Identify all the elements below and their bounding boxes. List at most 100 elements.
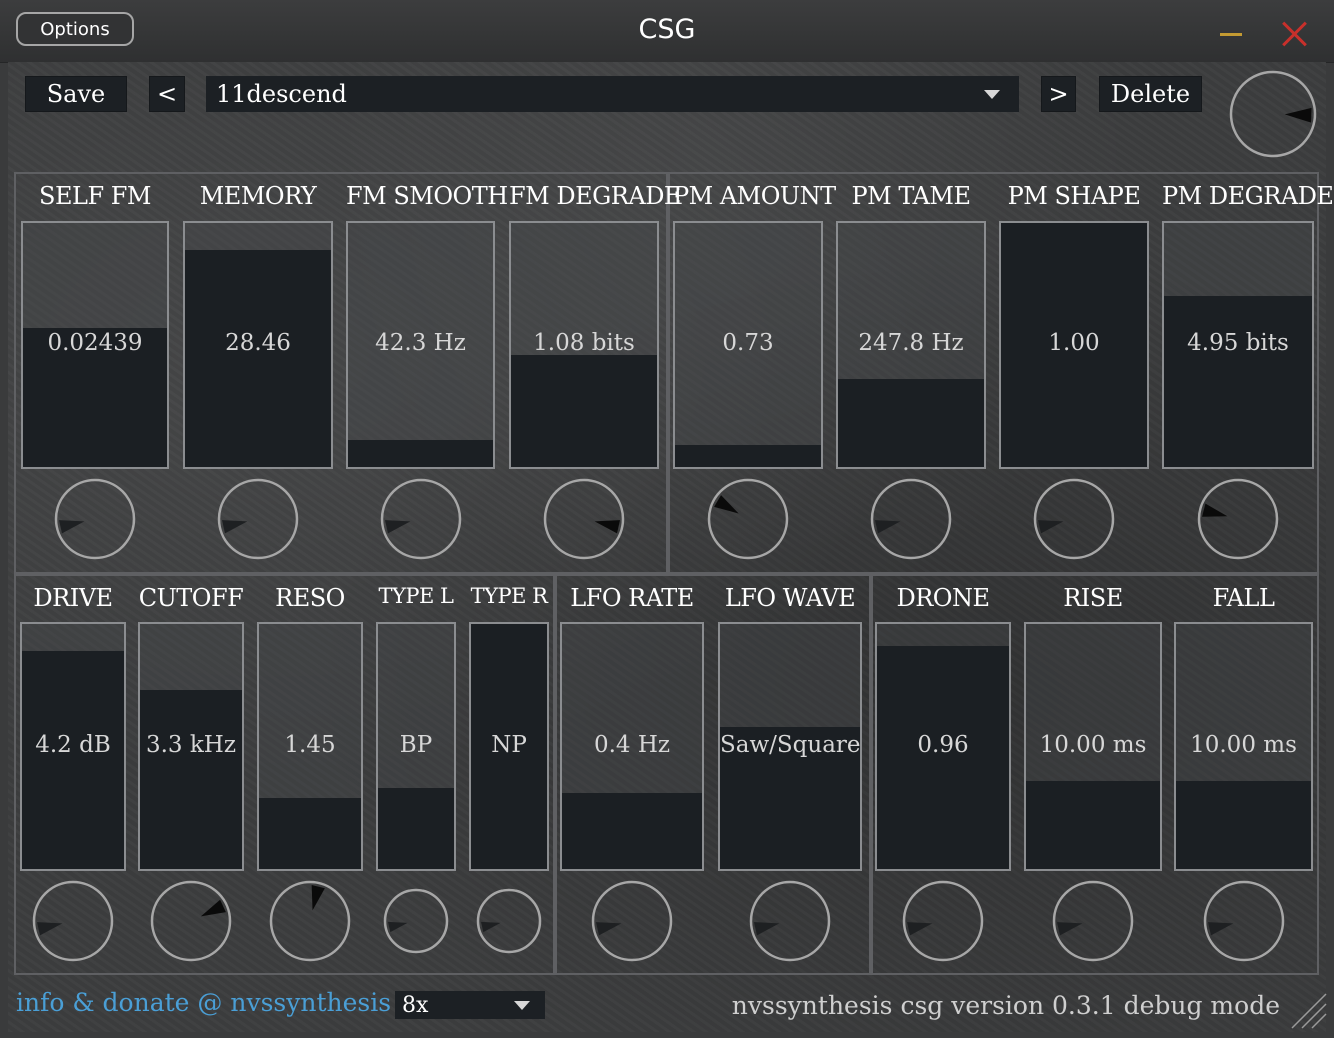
type-l-value: BP — [399, 731, 433, 758]
knob-pointer — [481, 921, 501, 933]
knob-ring — [1197, 478, 1279, 560]
knob-ring — [749, 880, 831, 962]
type-l-slider[interactable]: BP — [376, 622, 456, 871]
type-r-value: NP — [491, 731, 527, 758]
save-button[interactable]: Save — [25, 76, 127, 112]
drive-label: DRIVE — [33, 584, 113, 612]
options-button[interactable]: Options — [16, 12, 134, 46]
lfo-wave-knob[interactable] — [749, 880, 831, 962]
delete-button[interactable]: Delete — [1099, 76, 1202, 112]
pm-tame-knob[interactable] — [870, 478, 952, 560]
pm-tame-slider[interactable]: 247.8 Hz — [836, 221, 986, 469]
lfo-rate-label: LFO RATE — [570, 584, 694, 612]
knob-pointer — [596, 922, 622, 936]
memory-slider-fill — [185, 249, 331, 467]
type-l-knob[interactable] — [383, 888, 449, 954]
pm-degrade-slider[interactable]: 4.95 bits — [1162, 221, 1314, 469]
lfo-wave-slider[interactable]: Saw/Square — [718, 622, 862, 871]
lfo-wave-value: Saw/Square — [720, 731, 861, 758]
lfo-rate-slider[interactable]: 0.4 Hz — [560, 622, 704, 871]
knob-ring — [870, 478, 952, 560]
memory-slider[interactable]: 28.46 — [183, 221, 333, 469]
knob-ring — [591, 880, 673, 962]
next-preset-button[interactable]: > — [1041, 76, 1076, 112]
cutoff-slider[interactable]: 3.3 kHz — [138, 622, 244, 871]
reso-knob[interactable] — [269, 880, 351, 962]
fm-smooth-knob[interactable] — [380, 478, 462, 560]
fm-smooth-slider[interactable]: 42.3 Hz — [346, 221, 495, 469]
self-fm-knob[interactable] — [54, 478, 136, 560]
knob-ring — [902, 880, 984, 962]
memory-knob[interactable] — [217, 478, 299, 560]
rise-slider[interactable]: 10.00 ms — [1024, 622, 1162, 871]
window-title: CSG — [638, 14, 696, 45]
knob-pointer — [1207, 922, 1233, 936]
fm-degrade-slider[interactable]: 1.08 bits — [509, 221, 659, 469]
type-l-slider-fill — [378, 788, 454, 869]
chevron-down-icon — [514, 1001, 530, 1010]
self-fm-slider[interactable]: 0.02439 — [21, 221, 169, 469]
reso-slider[interactable]: 1.45 — [257, 622, 363, 871]
lfo-rate-value: 0.4 Hz — [593, 731, 671, 758]
pm-shape-slider[interactable]: 1.00 — [999, 221, 1149, 469]
close-icon[interactable] — [1280, 20, 1308, 48]
pm-degrade-slider-fill — [1164, 296, 1312, 467]
knob-ring — [383, 888, 449, 954]
memory-value: 28.46 — [225, 330, 291, 356]
knob-pointer — [714, 495, 739, 514]
cutoff-label: CUTOFF — [138, 584, 244, 612]
resize-grip-icon[interactable] — [1288, 990, 1328, 1030]
drive-slider[interactable]: 4.2 dB — [20, 622, 126, 871]
drone-slider[interactable]: 0.96 — [875, 622, 1011, 871]
knob-pointer — [59, 520, 85, 534]
pm-shape-knob[interactable] — [1033, 478, 1115, 560]
knob-pointer — [594, 520, 620, 534]
pm-amount-knob[interactable] — [707, 478, 789, 560]
rise-knob[interactable] — [1052, 880, 1134, 962]
drive-knob[interactable] — [32, 880, 114, 962]
knob-pointer — [1057, 922, 1083, 936]
type-r-slider[interactable]: NP — [469, 622, 549, 871]
master-volume-knob[interactable] — [1229, 70, 1317, 158]
fall-slider-fill — [1176, 780, 1311, 869]
knob-ring — [217, 478, 299, 560]
preset-dropdown[interactable]: 11descend — [206, 76, 1019, 112]
knob-pointer — [222, 520, 248, 534]
pm-shape-value: 1.00 — [1048, 330, 1100, 356]
knob-ring — [54, 478, 136, 560]
lfo-rate-knob[interactable] — [591, 880, 673, 962]
oversampling-dropdown[interactable]: 8x — [395, 991, 545, 1019]
preset-name: 11descend — [216, 80, 347, 108]
cutoff-knob[interactable] — [150, 880, 232, 962]
minimize-icon[interactable] — [1220, 33, 1242, 36]
fall-knob[interactable] — [1203, 880, 1285, 962]
pm-degrade-label: PM DEGRADE — [1162, 182, 1334, 210]
memory-label: MEMORY — [199, 182, 317, 210]
pm-tame-value: 247.8 Hz — [858, 330, 964, 356]
knob-pointer — [311, 885, 325, 911]
fm-degrade-knob[interactable] — [543, 478, 625, 560]
pm-tame-slider-fill — [838, 379, 984, 467]
type-r-knob[interactable] — [476, 888, 542, 954]
pm-degrade-knob[interactable] — [1197, 478, 1279, 560]
knob-ring — [1033, 478, 1115, 560]
drone-knob[interactable] — [902, 880, 984, 962]
rise-slider-fill — [1026, 780, 1160, 869]
reso-slider-fill — [259, 797, 361, 869]
prev-preset-button[interactable]: < — [149, 76, 185, 112]
donate-link[interactable]: info & donate @ nvssynthesis — [16, 988, 391, 1017]
knob-ring — [476, 888, 542, 954]
fall-slider[interactable]: 10.00 ms — [1174, 622, 1313, 871]
knob-pointer — [384, 520, 410, 534]
knob-ring — [269, 880, 351, 962]
knob-ring — [543, 478, 625, 560]
fm-smooth-value: 42.3 Hz — [375, 330, 466, 356]
knob-pointer — [907, 922, 933, 936]
drone-value: 0.96 — [917, 731, 969, 758]
self-fm-label: SELF FM — [39, 182, 151, 210]
knob-ring — [1052, 880, 1134, 962]
pm-amount-slider[interactable]: 0.73 — [673, 221, 823, 469]
knob-ring — [380, 478, 461, 560]
knob-ring — [707, 478, 789, 560]
knob-pointer — [1284, 107, 1312, 123]
